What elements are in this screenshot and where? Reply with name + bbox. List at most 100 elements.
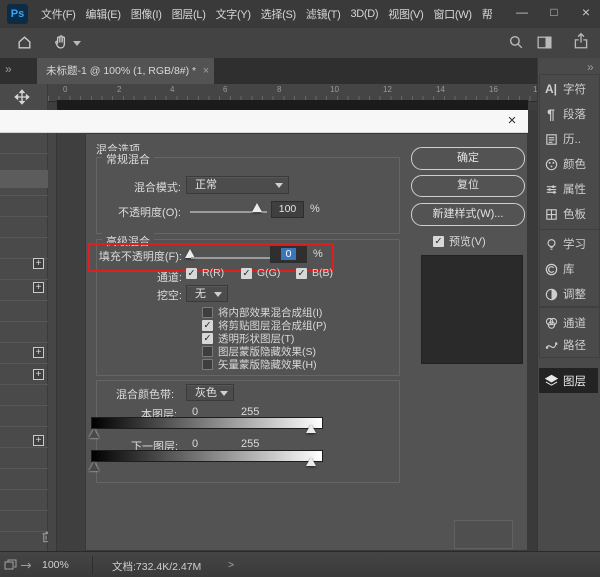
checkbox-icon[interactable] xyxy=(186,268,197,279)
channel-b-label: B(B) xyxy=(312,267,333,279)
underlying-layer-gradient-bar[interactable] xyxy=(91,450,323,462)
window-grip-icon xyxy=(4,559,17,571)
channel-r-checkbox[interactable]: R(R) xyxy=(186,267,224,279)
style-preview-thumbnail xyxy=(421,255,523,364)
blend-if-label: 混合颜色带: xyxy=(116,386,174,402)
vector-mask-hides-option[interactable]: 矢量蒙版隐藏效果(H) xyxy=(202,357,317,372)
menu-type[interactable]: 文字(Y) xyxy=(211,6,256,22)
tab-close-icon[interactable]: × xyxy=(198,58,214,84)
knockout-select[interactable]: 无 xyxy=(186,285,228,302)
checkbox-icon[interactable] xyxy=(241,268,252,279)
panel-item-history[interactable]: 历.. xyxy=(539,128,598,150)
panel-item-label: 库 xyxy=(563,261,575,277)
channel-g-label: G(G) xyxy=(257,267,280,279)
panel-item-paths[interactable]: 路径 xyxy=(539,334,598,356)
menu-help[interactable]: 帮 xyxy=(477,6,498,22)
checkbox-icon[interactable] xyxy=(202,359,213,370)
checkbox-icon[interactable] xyxy=(202,346,213,357)
workspace-icon[interactable] xyxy=(536,34,553,51)
status-zoom-level[interactable]: 100% xyxy=(42,559,69,571)
maximize-button[interactable]: □ xyxy=(544,0,564,26)
new-style-button[interactable]: 新建样式(W)... xyxy=(411,203,525,226)
panel-item-swatches[interactable]: 色板 xyxy=(539,203,598,225)
ruler-tick: 12 xyxy=(383,85,392,94)
search-icon[interactable] xyxy=(508,34,525,51)
paths-icon xyxy=(543,337,559,353)
panel-item-properties[interactable]: 属性 xyxy=(539,178,598,200)
checkbox-icon[interactable] xyxy=(202,320,213,331)
tool-plus-badge-icon[interactable] xyxy=(33,347,44,358)
channel-b-checkbox[interactable]: B(B) xyxy=(296,267,333,279)
checkbox-icon[interactable] xyxy=(433,236,444,247)
panel-item-label: 路径 xyxy=(563,337,586,353)
menu-layer[interactable]: 图层(L) xyxy=(167,6,211,22)
menu-select[interactable]: 选择(S) xyxy=(256,6,301,22)
ruler-tick: 4 xyxy=(170,85,174,94)
home-icon[interactable] xyxy=(16,34,33,51)
ok-button[interactable]: 确定 xyxy=(411,147,525,170)
panel-item-layers[interactable]: 图层 xyxy=(539,368,598,393)
panel-item-channels[interactable]: 通道 xyxy=(539,312,598,334)
underlying-layer-black-thumb[interactable] xyxy=(89,462,99,471)
layers-icon xyxy=(543,373,559,389)
hand-tool-dropdown-icon[interactable] xyxy=(73,41,81,46)
libraries-icon xyxy=(543,261,559,277)
status-expand-icon[interactable]: > xyxy=(228,559,234,571)
share-export-icon[interactable] xyxy=(572,32,590,50)
tab-overflow-icon[interactable]: » xyxy=(5,62,12,76)
panel-item-libraries[interactable]: 库 xyxy=(539,258,598,280)
tool-slots[interactable] xyxy=(0,133,48,551)
menu-3d[interactable]: 3D(D) xyxy=(345,8,383,20)
blend-if-select[interactable]: 灰色 xyxy=(186,384,234,401)
ruler-tick: 14 xyxy=(436,85,445,94)
menu-image[interactable]: 图像(I) xyxy=(126,6,167,22)
this-layer-white-thumb[interactable] xyxy=(306,424,316,433)
move-tool-icon[interactable] xyxy=(12,88,32,106)
panel-item-learn[interactable]: 学习 xyxy=(539,233,598,255)
blend-mode-select[interactable]: 正常 xyxy=(186,176,289,194)
tool-plus-badge-icon[interactable] xyxy=(33,282,44,293)
checkbox-icon[interactable] xyxy=(296,268,307,279)
knockout-value: 无 xyxy=(195,288,206,300)
reset-button[interactable]: 复位 xyxy=(411,175,525,197)
swatches-icon xyxy=(543,206,559,222)
menu-filter[interactable]: 滤镜(T) xyxy=(301,6,346,22)
preview-checkbox[interactable]: 预览(V) xyxy=(433,233,486,249)
tool-slot-selected[interactable] xyxy=(0,170,48,188)
panel-item-adjustments[interactable]: 调整 xyxy=(539,283,598,305)
tool-plus-badge-icon[interactable] xyxy=(33,258,44,269)
options-bar: 滚动所有窗口 100% 适合屏幕 填充屏幕 xyxy=(0,28,600,59)
checkbox-icon[interactable] xyxy=(202,307,213,318)
panel-item-color[interactable]: 颜色 xyxy=(539,153,598,175)
menu-file[interactable]: 文件(F) xyxy=(36,6,81,22)
opacity-slider-thumb[interactable] xyxy=(252,203,262,212)
panel-item-character[interactable]: A| 字符 xyxy=(539,78,598,100)
blend-if-value: 灰色 xyxy=(195,387,217,399)
ruler-tick: 6 xyxy=(223,85,227,94)
menu-window[interactable]: 窗口(W) xyxy=(428,6,476,22)
blend-mode-label: 混合模式: xyxy=(106,179,181,195)
underlying-layer-max: 255 xyxy=(241,438,259,450)
menu-edit[interactable]: 编辑(E) xyxy=(81,6,126,22)
menu-view[interactable]: 视图(V) xyxy=(383,6,428,22)
blend-mode-value: 正常 xyxy=(195,179,217,191)
this-layer-black-thumb[interactable] xyxy=(89,429,99,438)
close-button[interactable]: × xyxy=(576,0,596,26)
dialog-close-icon[interactable]: × xyxy=(503,112,521,130)
minimize-button[interactable]: — xyxy=(512,0,532,26)
hand-tool-icon[interactable] xyxy=(52,33,70,51)
this-layer-gradient-bar[interactable] xyxy=(91,417,323,429)
ruler-tick: 0 xyxy=(63,85,67,94)
tool-plus-badge-icon[interactable] xyxy=(33,369,44,380)
panel-collapse-icon[interactable]: » xyxy=(587,60,594,74)
channel-g-checkbox[interactable]: G(G) xyxy=(241,267,280,279)
panel-item-paragraph[interactable]: ¶ 段落 xyxy=(539,103,598,125)
checkbox-icon[interactable] xyxy=(202,333,213,344)
opacity-value-field[interactable]: 100 xyxy=(271,201,304,218)
panel-item-label: 通道 xyxy=(563,315,586,331)
dialog-title-bar[interactable]: × xyxy=(0,110,528,133)
document-tab[interactable]: 未标题-1 @ 100% (1, RGB/8#) * xyxy=(37,58,214,84)
panel-item-label: 图层 xyxy=(563,373,586,389)
tool-plus-badge-icon[interactable] xyxy=(33,435,44,446)
underlying-layer-white-thumb[interactable] xyxy=(306,457,316,466)
